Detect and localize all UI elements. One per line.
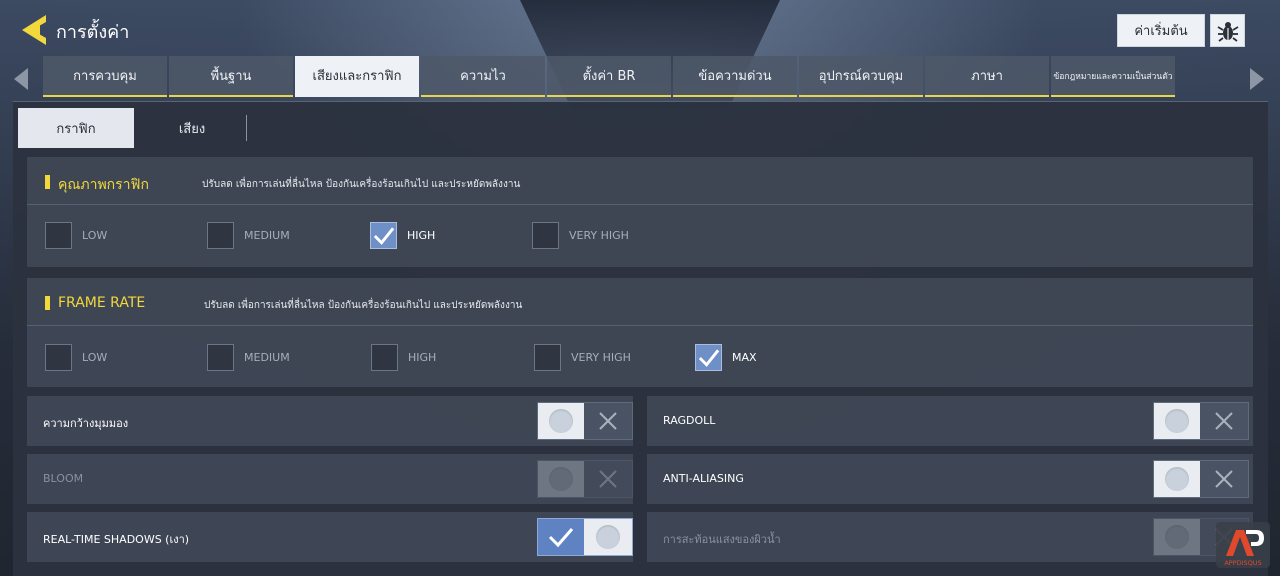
back-arrow-icon xyxy=(22,15,46,45)
option-label: VERY HIGH xyxy=(569,229,629,242)
checkbox-checked[interactable] xyxy=(370,222,397,249)
frame-rate-section: FRAME RATE ปรับลด เพื่อการเล่นที่ลื่นไหล… xyxy=(27,278,1253,387)
tab-audio-graphics[interactable]: เสียงและกราฟิก xyxy=(295,56,419,97)
check-icon xyxy=(698,348,720,367)
option-label: HIGH xyxy=(407,229,436,242)
option-label: VERY HIGH xyxy=(571,351,631,364)
watermark-logo: APPDISQUS xyxy=(1216,522,1270,568)
main-tab-bar: การควบคุม พื้นฐาน เสียงและกราฟิก ความไว … xyxy=(43,56,1175,97)
reset-default-button[interactable]: ค่าเริ่มต้น xyxy=(1117,14,1205,47)
setting-label: ANTI-ALIASING xyxy=(663,472,744,485)
option-label: LOW xyxy=(82,351,108,364)
tab-br-settings[interactable]: ตั้งค่า BR xyxy=(547,56,671,97)
tab-language[interactable]: ภาษา xyxy=(925,56,1049,97)
tab-controls[interactable]: การควบคุม xyxy=(43,56,167,97)
setting-row-realtime-shadows: REAL-TIME SHADOWS (เงา) xyxy=(27,512,633,562)
close-icon xyxy=(1200,461,1248,497)
toggle-knob xyxy=(1154,519,1200,555)
graphics-option-low[interactable]: LOW xyxy=(45,222,107,249)
framerate-option-high[interactable]: HIGH xyxy=(371,344,436,371)
setting-row-water-reflection: การสะท้อนแสงของผิวน้ำ xyxy=(647,512,1253,562)
tab-quick-messages[interactable]: ข้อความด่วน xyxy=(673,56,797,97)
bloom-toggle xyxy=(537,460,633,498)
checkbox-checked[interactable] xyxy=(695,344,722,371)
checkbox[interactable] xyxy=(45,222,72,249)
tab-sensitivity[interactable]: ความไว xyxy=(421,56,545,97)
option-label: HIGH xyxy=(408,351,437,364)
setting-row-ragdoll: RAGDOLL xyxy=(647,396,1253,446)
setting-label: การสะท้อนแสงของผิวน้ำ xyxy=(663,533,781,546)
realtime-shadows-toggle[interactable] xyxy=(537,518,633,556)
tab-controllers[interactable]: อุปกรณ์ควบคุม xyxy=(799,56,923,97)
subtab-divider xyxy=(246,115,247,141)
checkbox[interactable] xyxy=(534,344,561,371)
page-title: การตั้งค่า xyxy=(56,22,130,43)
option-label: MEDIUM xyxy=(244,351,290,364)
watermark-text: APPDISQUS xyxy=(1224,559,1261,567)
sub-tab-bar: กราฟิก เสียง xyxy=(18,108,250,148)
toggle-knob xyxy=(1154,403,1200,439)
framerate-option-low[interactable]: LOW xyxy=(45,344,107,371)
toggle-knob xyxy=(538,461,584,497)
section-header: คุณภาพกราฟิก ปรับลด เพื่อการเล่นที่ลื่นไ… xyxy=(27,157,1253,205)
subtab-graphics[interactable]: กราฟิก xyxy=(18,108,134,148)
setting-label: BLOOM xyxy=(43,472,84,485)
section-accent-bar xyxy=(45,296,50,310)
bug-report-button[interactable] xyxy=(1210,14,1245,47)
close-icon xyxy=(1200,403,1248,439)
checkbox[interactable] xyxy=(207,344,234,371)
check-icon xyxy=(538,519,584,555)
framerate-option-max[interactable]: MAX xyxy=(695,344,757,371)
field-of-view-toggle[interactable] xyxy=(537,402,633,440)
toggle-knob xyxy=(584,519,632,555)
tab-scroll-left-button[interactable] xyxy=(10,66,32,92)
section-header: FRAME RATE ปรับลด เพื่อการเล่นที่ลื่นไหล… xyxy=(27,278,1253,326)
checkbox[interactable] xyxy=(532,222,559,249)
graphics-option-high[interactable]: HIGH xyxy=(370,222,435,249)
setting-label: ความกว้างมุมมอง xyxy=(43,417,129,430)
subtab-audio[interactable]: เสียง xyxy=(134,108,250,148)
setting-row-field-of-view: ความกว้างมุมมอง xyxy=(27,396,633,446)
close-icon xyxy=(584,461,632,497)
graphics-option-very-high[interactable]: VERY HIGH xyxy=(532,222,629,249)
checkbox[interactable] xyxy=(207,222,234,249)
tab-scroll-right-button[interactable] xyxy=(1246,66,1268,92)
tab-basic[interactable]: พื้นฐาน xyxy=(169,56,293,97)
setting-label: RAGDOLL xyxy=(663,414,716,427)
section-accent-bar xyxy=(45,175,50,189)
graphics-quality-section: คุณภาพกราฟิก ปรับลด เพื่อการเล่นที่ลื่นไ… xyxy=(27,157,1253,267)
chevron-left-icon xyxy=(14,68,28,90)
section-title: FRAME RATE xyxy=(58,295,146,311)
check-icon xyxy=(373,226,395,245)
ragdoll-toggle[interactable] xyxy=(1153,402,1249,440)
graphics-option-medium[interactable]: MEDIUM xyxy=(207,222,290,249)
checkbox[interactable] xyxy=(371,344,398,371)
setting-row-anti-aliasing: ANTI-ALIASING xyxy=(647,454,1253,504)
section-description: ปรับลด เพื่อการเล่นที่ลื่นไหล ป้องกันเคร… xyxy=(202,179,521,190)
back-button[interactable] xyxy=(18,12,50,48)
chevron-right-icon xyxy=(1250,68,1264,90)
checkbox[interactable] xyxy=(45,344,72,371)
framerate-option-very-high[interactable]: VERY HIGH xyxy=(534,344,631,371)
setting-row-bloom: BLOOM xyxy=(27,454,633,504)
section-description: ปรับลด เพื่อการเล่นที่ลื่นไหล ป้องกันเคร… xyxy=(204,300,523,311)
option-label: MAX xyxy=(732,351,757,364)
toggle-knob xyxy=(538,403,584,439)
framerate-option-medium[interactable]: MEDIUM xyxy=(207,344,290,371)
toggle-knob xyxy=(1154,461,1200,497)
setting-label: REAL-TIME SHADOWS (เงา) xyxy=(43,533,190,546)
section-title: คุณภาพกราฟิก xyxy=(58,177,149,193)
close-icon xyxy=(584,403,632,439)
anti-aliasing-toggle[interactable] xyxy=(1153,460,1249,498)
option-label: MEDIUM xyxy=(244,229,290,242)
tab-legal-privacy[interactable]: ข้อกฎหมายและความเป็นส่วนตัว xyxy=(1051,56,1175,97)
option-label: LOW xyxy=(82,229,108,242)
bug-icon xyxy=(1217,21,1238,42)
